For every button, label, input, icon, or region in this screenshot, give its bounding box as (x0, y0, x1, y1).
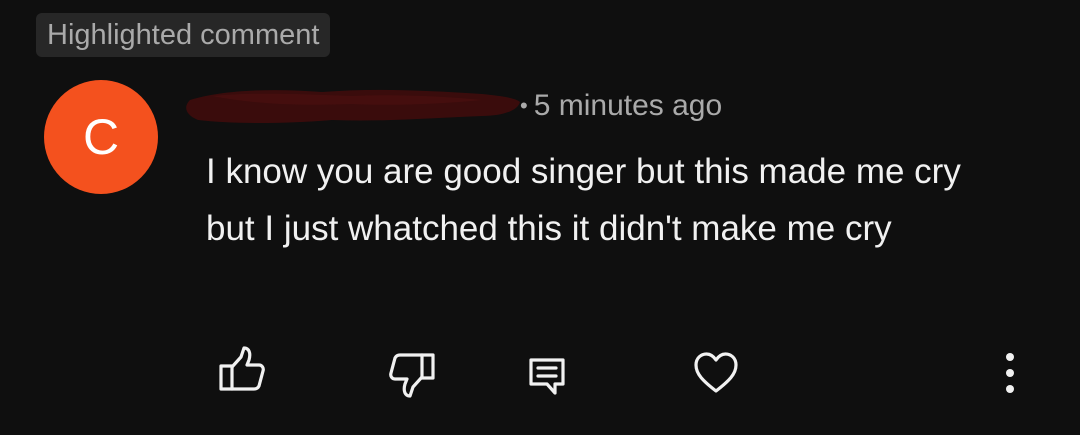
comment-text: I know you are good singer but this made… (206, 152, 961, 248)
more-vert-icon[interactable] (997, 349, 1023, 397)
thumbs-down-icon[interactable] (388, 351, 438, 399)
meta-separator: • (520, 93, 528, 118)
heart-icon[interactable] (693, 351, 739, 395)
highlighted-comment-badge: Highlighted comment (36, 13, 331, 57)
avatar[interactable]: C (44, 80, 158, 194)
thumbs-up-icon[interactable] (216, 345, 266, 393)
comment-timestamp[interactable]: 5 minutes ago (534, 89, 722, 123)
avatar-letter: C (82, 109, 120, 165)
comment-header: • 5 minutes ago (182, 84, 722, 128)
author-name-redacted[interactable] (182, 84, 522, 128)
reply-icon[interactable] (527, 356, 567, 396)
